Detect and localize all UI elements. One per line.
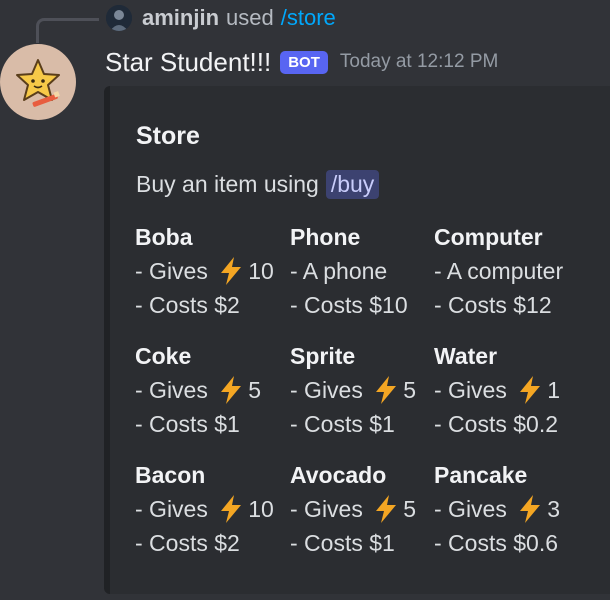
store-item: Phone - A phone - Costs $10 — [290, 220, 434, 339]
bot-avatar[interactable] — [0, 44, 76, 120]
store-item-name: Boba — [135, 224, 193, 250]
store-item-effect: - A phone — [290, 254, 434, 288]
store-item-effect-value: 5 — [248, 377, 262, 403]
store-item-effect-text: - Gives — [434, 377, 514, 403]
reply-connector — [36, 18, 99, 43]
store-item: Avocado - Gives 5 - Costs $1 — [290, 458, 434, 577]
store-item-effect-text: - Gives — [434, 496, 514, 522]
store-item-effect: - Gives 1 — [434, 373, 610, 407]
store-item-cost: - Costs $2 — [135, 530, 240, 556]
lightning-bolt-icon — [520, 376, 541, 404]
store-item-cost: - Costs $1 — [290, 530, 395, 556]
store-item-effect: - Gives 10 — [135, 254, 290, 288]
store-item: Coke - Gives 5 - Costs $1 — [135, 339, 290, 458]
store-item-effect-value: 5 — [403, 377, 417, 403]
star-with-pencil-icon — [16, 59, 60, 107]
store-item-effect-text: - Gives — [135, 496, 215, 522]
store-item-effect-text: - A phone — [290, 258, 388, 284]
reply-username[interactable]: aminjin — [142, 5, 219, 31]
store-item-name: Computer — [434, 224, 543, 250]
reply-command-link[interactable]: /store — [281, 5, 336, 31]
store-item-effect-value: 3 — [547, 496, 561, 522]
store-item-effect: - Gives 5 — [290, 373, 434, 407]
store-item-name: Avocado — [290, 462, 387, 488]
store-item-effect-text: - A computer — [434, 258, 564, 284]
reply-used-text: used — [226, 5, 274, 30]
store-item-effect-text: - Gives — [135, 377, 215, 403]
embed-description: Buy an item using /buy — [136, 170, 380, 199]
store-items-grid: Boba - Gives 10- Costs $2 Phone - A phone - … — [135, 220, 610, 577]
store-item-effect-value: 5 — [403, 496, 417, 522]
bot-tag-badge: BOT — [280, 50, 328, 74]
bot-name[interactable]: Star Student!!! — [105, 47, 271, 78]
store-item-effect: - Gives 5 — [135, 373, 290, 407]
store-item-name: Bacon — [135, 462, 206, 488]
store-item-effect: - Gives 5 — [290, 492, 434, 526]
store-item-effect-text: - Gives — [135, 258, 215, 284]
store-item: Bacon - Gives 10 - Costs $2 — [135, 458, 290, 577]
store-item: Boba - Gives 10 - Costs $2 — [135, 220, 290, 339]
store-item-cost: - Costs $1 — [290, 411, 395, 437]
store-item: Sprite - Gives 5 - Costs $1 — [290, 339, 434, 458]
lightning-bolt-icon — [520, 495, 541, 523]
lightning-bolt-icon — [376, 376, 397, 404]
lightning-bolt-icon — [221, 257, 242, 285]
message-header: Star Student!!! BOT Today at 12:12 PM — [105, 44, 498, 80]
embed-title: Store — [136, 122, 200, 150]
store-item-effect: - A computer — [434, 254, 610, 288]
lightning-bolt-icon — [221, 495, 242, 523]
store-item-name: Sprite — [290, 343, 356, 369]
store-item: Pancake - Gives 3 - Costs $0.6 — [434, 458, 610, 577]
store-item-name: Pancake — [434, 462, 528, 488]
store-item-effect-value: 10 — [248, 258, 274, 284]
buy-command-mention[interactable]: /buy — [325, 170, 380, 199]
store-item-cost: - Costs $0.6 — [434, 530, 558, 556]
store-item: Water - Gives 1 - Costs $0.2 — [434, 339, 610, 458]
store-item-cost: - Costs $0.2 — [434, 411, 558, 437]
store-item-name: Water — [434, 343, 498, 369]
store-item-name: Phone — [290, 224, 361, 250]
message-timestamp: Today at 12:12 PM — [339, 51, 499, 72]
store-item-effect-text: - Gives — [290, 377, 370, 403]
store-item-name: Coke — [135, 343, 192, 369]
reply-context[interactable]: aminjin used /store — [106, 4, 336, 32]
lightning-bolt-icon — [376, 495, 397, 523]
user-avatar-icon[interactable] — [106, 5, 132, 31]
store-item-effect: - Gives 10 — [135, 492, 290, 526]
store-item: Computer - A computer - Costs $12 — [434, 220, 610, 339]
store-item-effect-value: 1 — [547, 377, 561, 403]
store-item-cost: - Costs $12 — [434, 292, 552, 318]
store-item-effect-value: 10 — [248, 496, 274, 522]
store-item-effect: - Gives 3 — [434, 492, 610, 526]
lightning-bolt-icon — [221, 376, 242, 404]
store-item-cost: - Costs $10 — [290, 292, 408, 318]
store-item-cost: - Costs $1 — [135, 411, 240, 437]
store-embed: Store Buy an item using /buy Boba - Gives… — [104, 86, 610, 594]
store-item-cost: - Costs $2 — [135, 292, 240, 318]
store-item-effect-text: - Gives — [290, 496, 370, 522]
embed-description-text: Buy an item using — [136, 171, 319, 197]
